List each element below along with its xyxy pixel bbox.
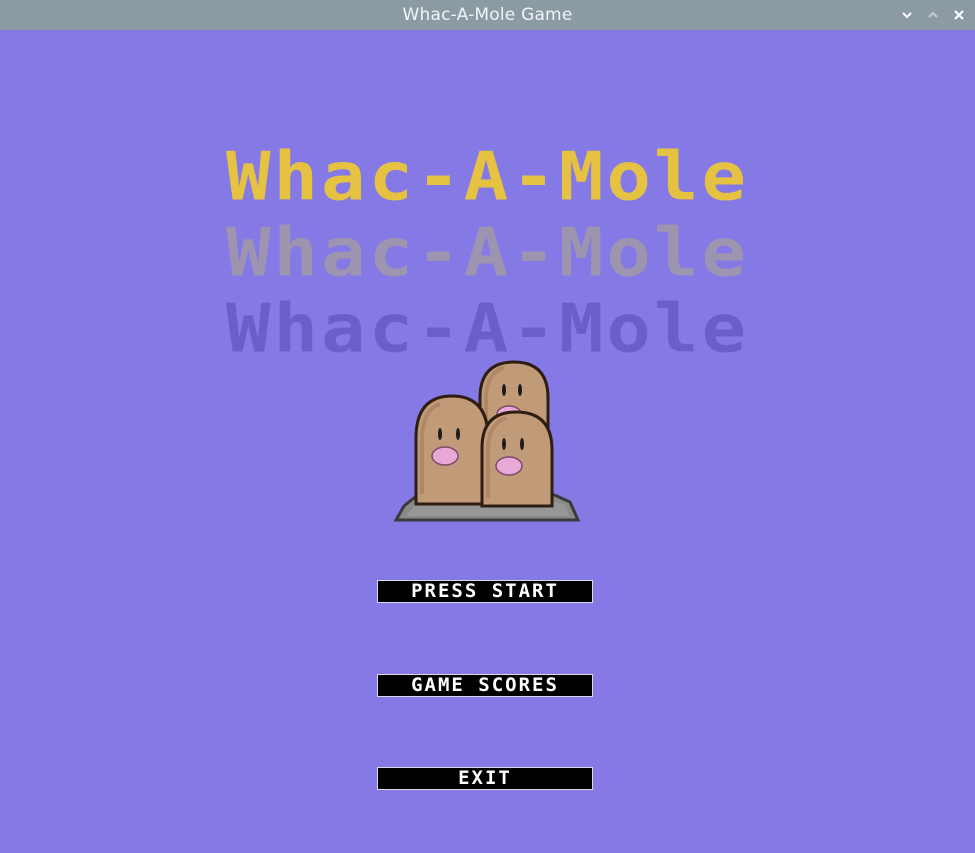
game-title-shadow-2: Whac-A-Mole bbox=[225, 290, 750, 368]
minimize-button[interactable] bbox=[896, 4, 918, 26]
close-button[interactable] bbox=[948, 4, 970, 26]
moles-illustration bbox=[393, 360, 581, 522]
game-title: Whac-A-Mole bbox=[225, 138, 750, 216]
game-scores-button[interactable]: GAME SCORES bbox=[377, 674, 593, 697]
chevron-up-icon bbox=[928, 11, 938, 18]
game-title-shadow-1: Whac-A-Mole bbox=[225, 214, 750, 292]
game-window: Whac-A-Mole Game Whac-A-Mole Whac-A-Mole… bbox=[0, 0, 975, 853]
exit-button[interactable]: EXIT bbox=[377, 767, 593, 790]
chevron-down-icon bbox=[902, 12, 912, 19]
maximize-button[interactable] bbox=[922, 4, 944, 26]
title-bar: Whac-A-Mole Game bbox=[0, 0, 975, 30]
press-start-button[interactable]: PRESS START bbox=[377, 580, 593, 603]
window-title: Whac-A-Mole Game bbox=[402, 5, 573, 25]
close-icon bbox=[954, 10, 964, 20]
